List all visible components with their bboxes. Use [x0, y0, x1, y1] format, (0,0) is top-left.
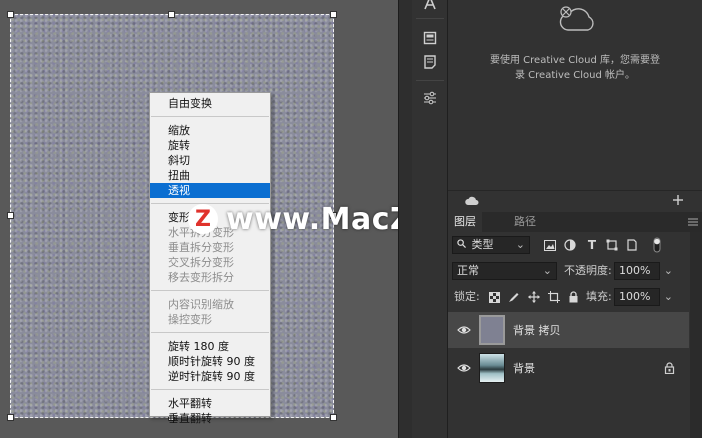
menu-separator [151, 332, 269, 333]
lock-all-icon[interactable] [567, 291, 579, 303]
cloud-upload-icon[interactable] [465, 195, 479, 207]
menu-item[interactable]: 自由变换 [150, 96, 270, 111]
fill-input[interactable]: 100% ⌄ [614, 288, 673, 306]
fill-label: 填充: [586, 290, 612, 303]
transform-context-menu: 自由变换缩放旋转斜切扭曲透视变形水平拆分变形垂直拆分变形交叉拆分变形移去变形拆分… [149, 92, 271, 425]
layer-comps-icon[interactable] [421, 29, 439, 47]
lock-image-pixels-icon[interactable] [508, 291, 520, 303]
layers-scrollbar[interactable] [690, 232, 702, 438]
tab-paths[interactable]: 路径 [508, 212, 542, 232]
transform-handle-bottom-right[interactable] [330, 414, 337, 421]
filter-toggle-icon[interactable] [652, 237, 662, 253]
search-icon [457, 237, 468, 253]
lock-artboard-icon[interactable] [548, 291, 560, 303]
lock-label: 锁定: [454, 290, 480, 303]
lock-position-icon[interactable] [528, 291, 540, 303]
libraries-panel: 要使用 Creative Cloud 库，您需要登 录 Creative Clo… [448, 0, 702, 190]
menu-item[interactable]: 逆时针旋转 90 度 [150, 369, 270, 384]
creative-cloud-icon [558, 4, 596, 36]
character-panel-icon[interactable] [421, 0, 439, 12]
lock-icon [664, 362, 676, 375]
eye-icon[interactable] [457, 361, 471, 375]
layer-name[interactable]: 背景 [513, 360, 535, 376]
libraries-footer [448, 190, 702, 212]
menu-separator [151, 290, 269, 291]
cc-sign-in-message: 要使用 Creative Cloud 库，您需要登 录 Creative Clo… [448, 53, 702, 83]
pixel-layer-filter-icon[interactable] [544, 239, 556, 251]
transform-handle-top-left[interactable] [7, 11, 14, 18]
menu-item[interactable]: 旋转 180 度 [150, 339, 270, 354]
cc-message-line-1: 要使用 Creative Cloud 库，您需要登 [489, 55, 661, 66]
menu-item: 内容识别缩放 [168, 298, 234, 311]
menu-item[interactable]: 透视 [150, 183, 270, 198]
menu-separator [151, 116, 269, 117]
menu-item[interactable]: 扭曲 [150, 168, 270, 183]
adjustment-layer-filter-icon[interactable] [564, 239, 576, 251]
menu-item[interactable]: 缩放 [150, 123, 270, 138]
chevron-down-icon: ⌄ [663, 264, 673, 277]
layers-panel: 图层 路径 类型 ⌄ T 正常 ⌄ 不透明度: 100% ⌄ 锁定: 填充: 1… [448, 212, 702, 438]
menu-separator [151, 389, 269, 390]
opacity-value: 100% [619, 264, 651, 277]
add-library-icon[interactable] [672, 194, 684, 206]
blend-mode-select[interactable]: 正常 ⌄ [452, 262, 557, 280]
menu-item[interactable]: 水平翻转 [150, 396, 270, 411]
layers-panel-tabs: 图层 路径 [448, 212, 702, 232]
layer-filter-select[interactable]: 类型 ⌄ [452, 236, 530, 254]
menu-item[interactable]: 顺时针旋转 90 度 [150, 354, 270, 369]
menu-item[interactable]: 旋转 [150, 138, 270, 153]
menu-item: 移去变形拆分 [168, 271, 234, 284]
layer-thumbnail [479, 315, 505, 345]
panel-menu-icon[interactable] [688, 217, 698, 227]
menu-item: 垂直拆分变形 [168, 241, 234, 254]
cc-message-line-2: 录 Creative Cloud 帐户。 [514, 70, 636, 81]
menu-item[interactable]: 斜切 [150, 153, 270, 168]
adjustments-sliders-icon[interactable] [421, 89, 439, 107]
transform-handle-middle-left[interactable] [7, 212, 14, 219]
tab-layers[interactable]: 图层 [448, 212, 482, 232]
chevron-down-icon: ⌄ [515, 238, 525, 251]
layer-thumbnail [479, 353, 505, 383]
layer-name[interactable]: 背景 拷贝 [513, 322, 561, 338]
type-layer-filter-icon[interactable]: T [586, 238, 598, 252]
opacity-input[interactable]: 100% ⌄ [614, 262, 673, 280]
blend-mode-value: 正常 [457, 264, 479, 277]
fill-value: 100% [619, 290, 651, 303]
transform-handle-top-center[interactable] [168, 11, 175, 18]
watermark-badge: Z [188, 204, 218, 234]
transform-handle-bottom-left[interactable] [7, 414, 14, 421]
layer-row-background-copy[interactable]: 背景 拷贝 [448, 312, 689, 348]
divider [416, 80, 444, 81]
layer-row-background[interactable]: 背景 [448, 350, 689, 386]
layer-filter-kind: 类型 [471, 238, 494, 251]
menu-item[interactable]: 垂直翻转 [150, 411, 270, 426]
transform-handle-top-right[interactable] [330, 11, 337, 18]
panel-icon-column [412, 0, 448, 438]
chevron-down-icon: ⌄ [542, 264, 552, 277]
divider [416, 18, 444, 19]
eye-icon[interactable] [457, 323, 471, 337]
menu-item: 交叉拆分变形 [168, 256, 234, 269]
lock-transparent-pixels-icon[interactable] [488, 291, 500, 303]
smart-object-filter-icon[interactable] [626, 239, 638, 251]
notes-icon[interactable] [421, 53, 439, 71]
shape-layer-filter-icon[interactable] [606, 239, 618, 251]
opacity-label: 不透明度: [564, 264, 612, 277]
menu-item: 操控变形 [168, 313, 212, 326]
chevron-down-icon: ⌄ [663, 290, 673, 303]
panel-dock-edge [398, 0, 412, 438]
